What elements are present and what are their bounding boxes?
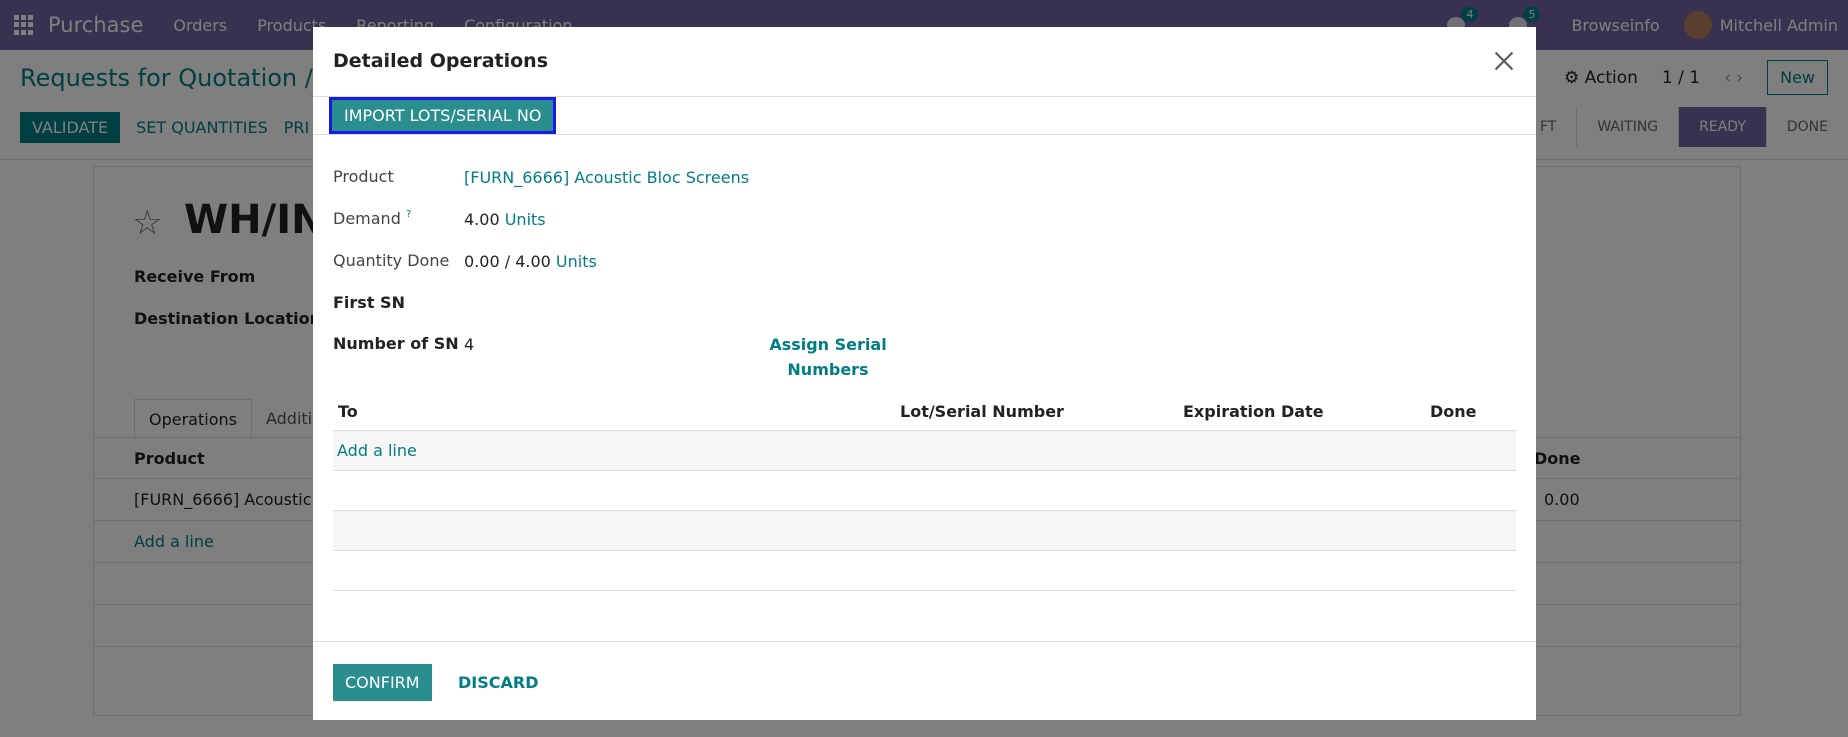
demand-unit-link[interactable]: Units (505, 210, 546, 229)
col-expiration-date[interactable]: Expiration Date (1183, 402, 1324, 421)
dialog-footer: CONFIRM DISCARD (313, 641, 1536, 720)
number-of-sn-label: Number of SN (333, 334, 459, 353)
table-row (333, 471, 1516, 511)
col-to[interactable]: To (338, 402, 358, 421)
quantity-separator: / (504, 252, 511, 271)
detailed-operations-dialog: Detailed Operations IMPORT LOTS/SERIAL N… (313, 27, 1536, 720)
demand-quantity: 4.00 (464, 210, 500, 229)
close-icon[interactable] (1492, 49, 1516, 73)
demand-label: Demand ? (333, 209, 411, 228)
first-sn-input[interactable] (464, 293, 664, 315)
discard-button[interactable]: DISCARD (446, 664, 550, 701)
first-sn-label: First SN (333, 293, 405, 312)
product-label: Product (333, 167, 394, 186)
quantity-unit-link[interactable]: Units (556, 252, 597, 271)
dialog-title: Detailed Operations (333, 50, 549, 72)
table-row (333, 511, 1516, 551)
demand-label-text: Demand (333, 209, 401, 228)
assign-serial-numbers-button[interactable]: Assign Serial Numbers (728, 332, 928, 382)
product-link[interactable]: [FURN_6666] Acoustic Bloc Screens (464, 168, 749, 187)
demand-value: 4.00 Units (464, 210, 546, 229)
demand-help-icon[interactable]: ? (406, 209, 411, 220)
col-done[interactable]: Done (1430, 402, 1477, 421)
move-lines-table-header: To Lot/Serial Number Expiration Date Don… (333, 394, 1516, 431)
import-lots-serial-button[interactable]: IMPORT LOTS/SERIAL NO (329, 97, 557, 134)
confirm-button[interactable]: CONFIRM (333, 664, 432, 701)
quantity-total: 4.00 (515, 252, 551, 271)
number-of-sn-input[interactable]: 4 (464, 335, 474, 354)
quantity-done-value: 0.00 / 4.00 Units (464, 252, 597, 271)
table-row: Add a line (333, 431, 1516, 471)
table-row (333, 551, 1516, 591)
quantity-done-label: Quantity Done (333, 251, 450, 270)
add-a-line-link[interactable]: Add a line (337, 441, 417, 460)
quantity-done-field[interactable]: 0.00 (464, 252, 500, 271)
col-lot-serial-number[interactable]: Lot/Serial Number (900, 402, 1064, 421)
